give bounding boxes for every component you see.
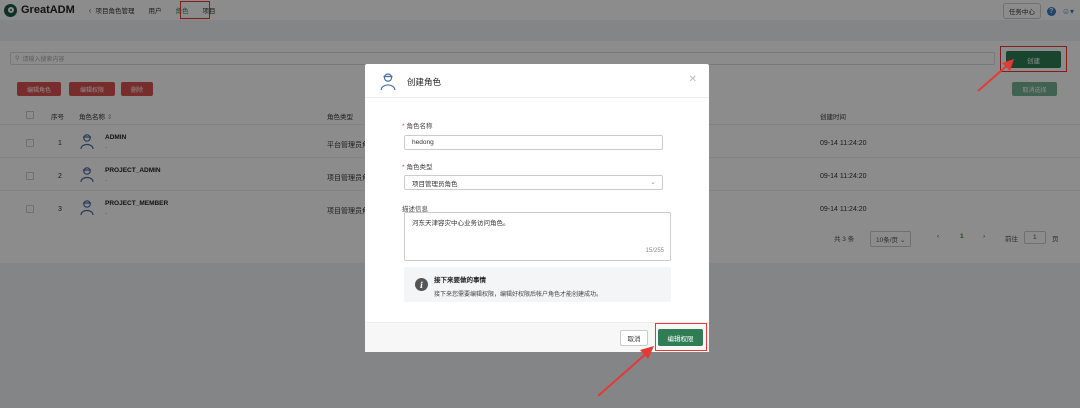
notice-text: 接下来您需要编辑权限，编辑好权限后帐户角色才能创建成功。 [434, 292, 603, 298]
arrow-to-edit-permission-icon [597, 346, 654, 397]
notice-title: 接下来要做的事情 [434, 277, 486, 284]
close-icon[interactable]: ✕ [689, 74, 697, 85]
required-mark: * [402, 123, 405, 130]
next-steps-notice: i 接下来要做的事情 接下来您需要编辑权限，编辑好权限后帐户角色才能创建成功。 [404, 267, 671, 302]
role-icon [380, 73, 396, 90]
role-name-label-text: 角色名称 [406, 123, 433, 130]
required-mark: * [402, 164, 405, 171]
role-type-value: 项目管理员角色 [412, 180, 458, 188]
role-name-label: * 角色名称 [402, 120, 433, 130]
edit-permission-highlight-box [655, 323, 707, 351]
dialog-header: 创建角色 ✕ [365, 64, 709, 98]
char-count: 15/255 [645, 248, 664, 254]
role-name-input[interactable]: hedong [404, 135, 663, 150]
info-icon: i [415, 278, 428, 291]
dialog-title: 创建角色 [407, 77, 442, 87]
arrow-to-create-icon [977, 59, 1014, 92]
create-role-dialog: 创建角色 ✕ * 角色名称 hedong * 角色类型 项目管理员角色 ⌄ 描述信息… [365, 64, 709, 352]
description-textarea[interactable]: 河东天津容灾中心业务访问角色。 15/255 [404, 212, 671, 261]
role-type-label: * 角色类型 [402, 161, 433, 171]
role-type-label-text: 角色类型 [406, 164, 433, 171]
chevron-down-icon: ⌄ [650, 179, 656, 186]
description-value: 河东天津容灾中心业务访问角色。 [412, 220, 510, 227]
role-type-select[interactable]: 项目管理员角色 ⌄ [404, 175, 663, 190]
